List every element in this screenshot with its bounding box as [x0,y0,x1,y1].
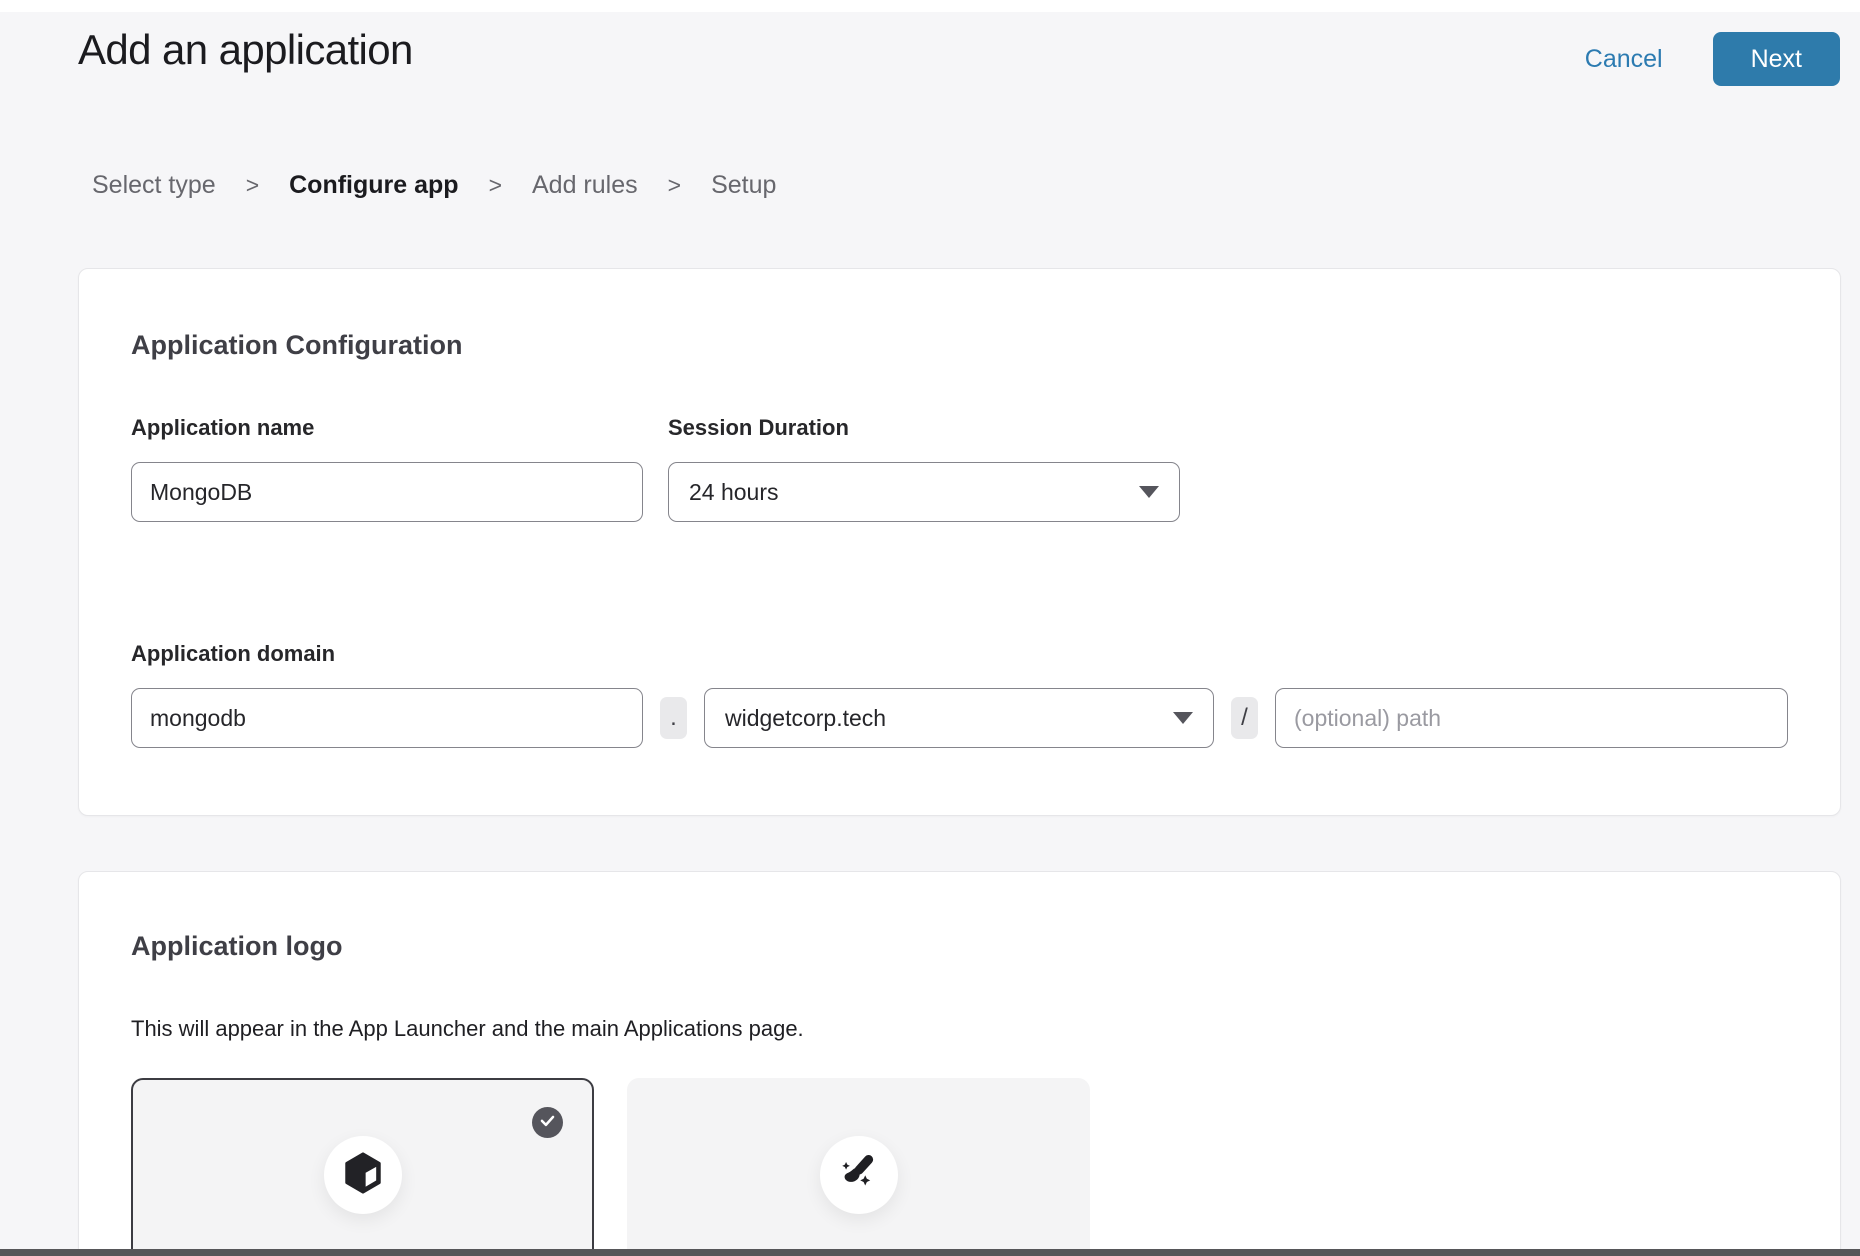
cancel-button[interactable]: Cancel [1585,45,1663,74]
application-configuration-card: Application Configuration Application na… [78,268,1841,816]
subdomain-input[interactable] [131,688,643,748]
application-name-field: Application name [131,415,643,522]
breadcrumb-separator: > [668,172,681,199]
breadcrumb-separator: > [489,172,502,199]
logo-description: This will appear in the App Launcher and… [131,1016,1788,1042]
breadcrumb-step-setup[interactable]: Setup [711,171,776,200]
session-duration-label: Session Duration [668,415,1180,441]
logo-option-default[interactable]: Default [131,1078,594,1249]
selected-badge [532,1107,563,1138]
add-application-page: Add an application Cancel Next Select ty… [0,12,1860,1249]
window-bottom-bar [0,1249,1860,1256]
slash-separator: / [1231,697,1258,739]
breadcrumb: Select type > Configure app > Add rules … [92,171,1860,200]
breadcrumb-step-add-rules[interactable]: Add rules [532,171,638,200]
path-input[interactable] [1275,688,1788,748]
breadcrumb-step-configure-app[interactable]: Configure app [289,171,458,200]
page-header: Add an application Cancel Next [0,12,1860,86]
dot-separator: . [660,697,687,739]
logo-options: Default Custom [131,1078,1788,1249]
default-logo-circle [324,1136,402,1214]
breadcrumb-step-select-type[interactable]: Select type [92,171,216,200]
application-domain-label: Application domain [131,641,1788,667]
name-duration-row: Application name Session Duration 24 hou… [131,415,1788,522]
application-name-label: Application name [131,415,643,441]
header-actions: Cancel Next [1585,32,1840,86]
chevron-down-icon [1173,712,1193,724]
next-button[interactable]: Next [1713,32,1840,86]
application-name-input[interactable] [131,462,643,522]
application-domain-field: Application domain . widgetcorp.tech / [131,641,1788,748]
logo-heading: Application logo [131,930,1788,962]
custom-logo-circle [820,1136,898,1214]
domain-value: widgetcorp.tech [725,705,886,732]
logo-option-custom[interactable]: Custom [627,1078,1090,1249]
application-logo-card: Application logo This will appear in the… [78,871,1841,1249]
session-duration-select[interactable]: 24 hours [668,462,1180,522]
cube-icon [340,1150,386,1201]
window-top-edge [0,0,1860,12]
session-duration-value: 24 hours [689,479,779,506]
paintbrush-icon [836,1150,882,1201]
chevron-down-icon [1139,486,1159,498]
configuration-heading: Application Configuration [131,329,1788,361]
session-duration-field: Session Duration 24 hours [668,415,1180,522]
page-title: Add an application [78,26,413,74]
application-domain-row: . widgetcorp.tech / [131,688,1788,748]
domain-select[interactable]: widgetcorp.tech [704,688,1214,748]
check-icon [538,1111,557,1135]
breadcrumb-separator: > [246,172,259,199]
